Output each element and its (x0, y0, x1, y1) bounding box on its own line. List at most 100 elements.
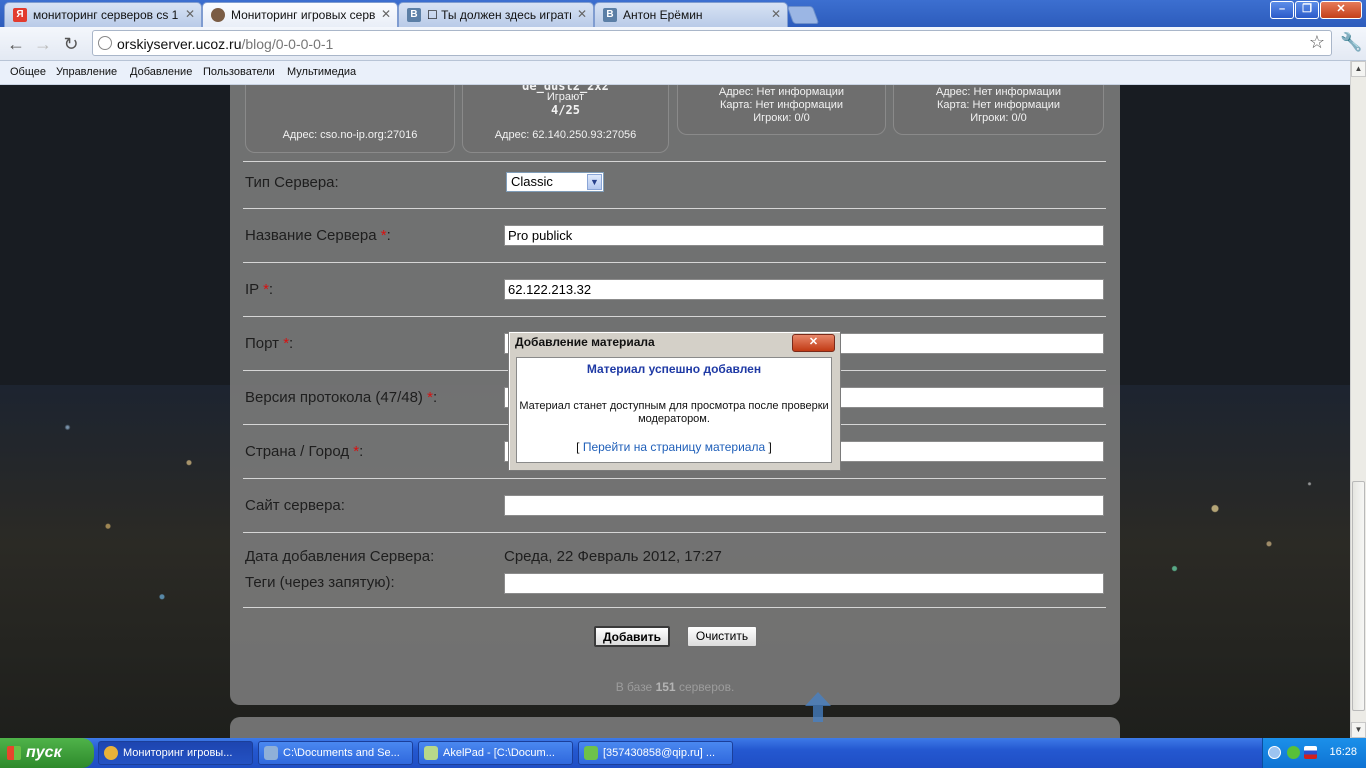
server-name-label: Название Сервера *: (245, 227, 391, 244)
start-label: пуск (26, 744, 62, 761)
close-icon[interactable]: ✕ (381, 7, 391, 21)
start-button[interactable]: пуск (0, 738, 94, 768)
vk-icon: B (407, 8, 421, 22)
tab-title: Мониторинг игровых серверов (231, 8, 375, 22)
close-icon[interactable]: ✕ (577, 7, 587, 21)
taskbar-item-chrome[interactable]: Мониторинг игровы... (98, 741, 253, 765)
divider (243, 607, 1106, 608)
server-card: Адрес: Нет информации Карта: Нет информа… (893, 85, 1104, 135)
ip-label: IP *: (245, 281, 274, 298)
url-text: orskiyserver.ucoz.ru/blog/0-0-0-0-1 (117, 36, 334, 52)
minimize-button[interactable]: – (1270, 1, 1294, 19)
chevron-down-icon[interactable]: ▼ (587, 174, 602, 190)
system-tray: 16:28 (1262, 738, 1366, 768)
go-to-material-link[interactable]: Перейти на страницу материала (583, 440, 765, 454)
scroll-down-icon[interactable]: ▼ (1351, 722, 1366, 738)
dialog-link-row: [ Перейти на страницу материала ] (576, 440, 772, 454)
browser-toolbar: ← → ↻ orskiyserver.ucoz.ru/blog/0-0-0-0-… (0, 27, 1366, 61)
dialog-heading: Материал успешно добавлен (586, 362, 762, 376)
tags-input[interactable] (504, 573, 1104, 594)
wrench-icon[interactable]: 🔧 (1340, 32, 1362, 53)
server-card: de_dust2_2x2 Играют 4/25 Адрес: 62.140.2… (462, 85, 669, 153)
server-name-input[interactable]: Pro publick (504, 225, 1104, 246)
dialog-title: Добавление материала (515, 335, 655, 349)
tab-title: ☐ Ты должен здесь играть! (427, 8, 571, 22)
menu-general[interactable]: Общее (10, 66, 46, 78)
tab-monitoring-search[interactable]: Я мониторинг серверов cs 1.6 ✕ (4, 2, 202, 27)
country-city-label: Страна / Город *: (245, 443, 364, 460)
taskbar-item-label: AkelPad - [C:\Docum... (443, 747, 555, 759)
server-players: Игроки: 0/0 (753, 112, 810, 124)
tray-expand-icon[interactable] (1268, 746, 1281, 759)
menu-management[interactable]: Управление (56, 66, 117, 78)
qip-tray-icon[interactable] (1287, 746, 1300, 759)
site-label: Сайт сервера: (245, 497, 345, 514)
taskbar-item-label: Мониторинг игровы... (123, 747, 233, 759)
taskbar-item-explorer[interactable]: C:\Documents and Se... (258, 741, 413, 765)
divider (243, 316, 1106, 317)
taskbar-item-akelpad[interactable]: AkelPad - [C:\Docum... (418, 741, 573, 765)
yandex-icon: Я (13, 8, 27, 22)
maximize-button[interactable]: ❐ (1295, 1, 1319, 19)
tab-monitoring-servers[interactable]: Мониторинг игровых серверов ✕ (202, 2, 398, 27)
server-card: Адрес: Нет информации Карта: Нет информа… (677, 85, 886, 135)
window-close-button[interactable]: ✕ (1320, 1, 1362, 19)
date-label: Дата добавления Сервера: (245, 548, 435, 565)
chrome-icon (104, 746, 118, 760)
language-flag-icon[interactable] (1304, 746, 1317, 759)
tags-label: Теги (через запятую): (245, 574, 395, 591)
menu-add[interactable]: Добавление (130, 66, 192, 78)
footer-count: В базе 151 серверов. (615, 680, 735, 694)
server-playing-label: Играют (546, 91, 585, 103)
windows-taskbar: пуск Мониторинг игровы... C:\Documents a… (0, 738, 1366, 768)
divider (243, 161, 1106, 162)
back-arrow-icon[interactable]: ← (5, 33, 27, 55)
tab-play-here[interactable]: B ☐ Ты должен здесь играть! ✕ (398, 2, 594, 27)
divider (243, 262, 1106, 263)
clock: 16:28 (1329, 746, 1357, 758)
scrollbar-thumb[interactable] (1352, 481, 1365, 711)
dialog-close-button[interactable]: ✕ (792, 334, 835, 352)
dialog-message: Материал станет доступным для просмотра … (519, 400, 829, 425)
forward-arrow-icon[interactable]: → (32, 33, 54, 55)
scroll-up-icon[interactable]: ▲ (1351, 61, 1366, 77)
taskbar-item-label: C:\Documents and Se... (283, 747, 400, 759)
new-tab-button[interactable] (786, 6, 820, 24)
server-map: Карта: Нет информации (719, 99, 844, 111)
divider (243, 478, 1106, 479)
taskbar-item-qip[interactable]: [357430858@qip.ru] ... (578, 741, 733, 765)
windows-flag-icon (7, 746, 21, 760)
server-type-select[interactable]: Classic ▼ (506, 172, 604, 192)
menu-multimedia[interactable]: Мультимедиа (287, 66, 356, 78)
globe-icon (98, 36, 112, 50)
protocol-label: Версия протокола (47/48) *: (245, 389, 438, 406)
address-bar[interactable]: orskiyserver.ucoz.ru/blog/0-0-0-0-1 ☆ (92, 30, 1332, 56)
scroll-top-arrow-icon[interactable] (803, 690, 833, 724)
page-scrollbar[interactable]: ▲ ▼ (1350, 61, 1366, 738)
add-button[interactable]: Добавить (594, 626, 670, 647)
secondary-panel (230, 717, 1120, 738)
tab-title: мониторинг серверов cs 1.6 (33, 8, 179, 22)
tab-anton[interactable]: B Антон Ерёмин ✕ (594, 2, 788, 27)
dialog-body: Материал успешно добавлен Материал стане… (516, 357, 832, 463)
close-icon[interactable]: ✕ (185, 7, 195, 21)
reload-icon[interactable]: ↻ (60, 33, 82, 55)
add-material-dialog: Добавление материала ✕ Материал успешно … (508, 331, 841, 471)
site-favicon-icon (211, 8, 225, 22)
clear-button[interactable]: Очистить (687, 626, 757, 647)
site-input[interactable] (504, 495, 1104, 516)
server-address: Адрес: Нет информации (718, 86, 845, 98)
menu-users[interactable]: Пользователи (203, 66, 275, 78)
close-icon[interactable]: ✕ (771, 7, 781, 21)
server-players: 4/25 (551, 103, 580, 117)
folder-icon (264, 746, 278, 760)
ip-input[interactable]: 62.122.213.32 (504, 279, 1104, 300)
qip-icon (584, 746, 598, 760)
server-address: Адрес: 62.140.250.93:27056 (494, 129, 637, 141)
vk-icon: B (603, 8, 617, 22)
server-type-value: Classic (511, 174, 553, 189)
divider (243, 532, 1106, 533)
divider (243, 208, 1106, 209)
bookmark-star-icon[interactable]: ☆ (1309, 32, 1325, 53)
server-type-label: Тип Сервера: (245, 174, 339, 191)
